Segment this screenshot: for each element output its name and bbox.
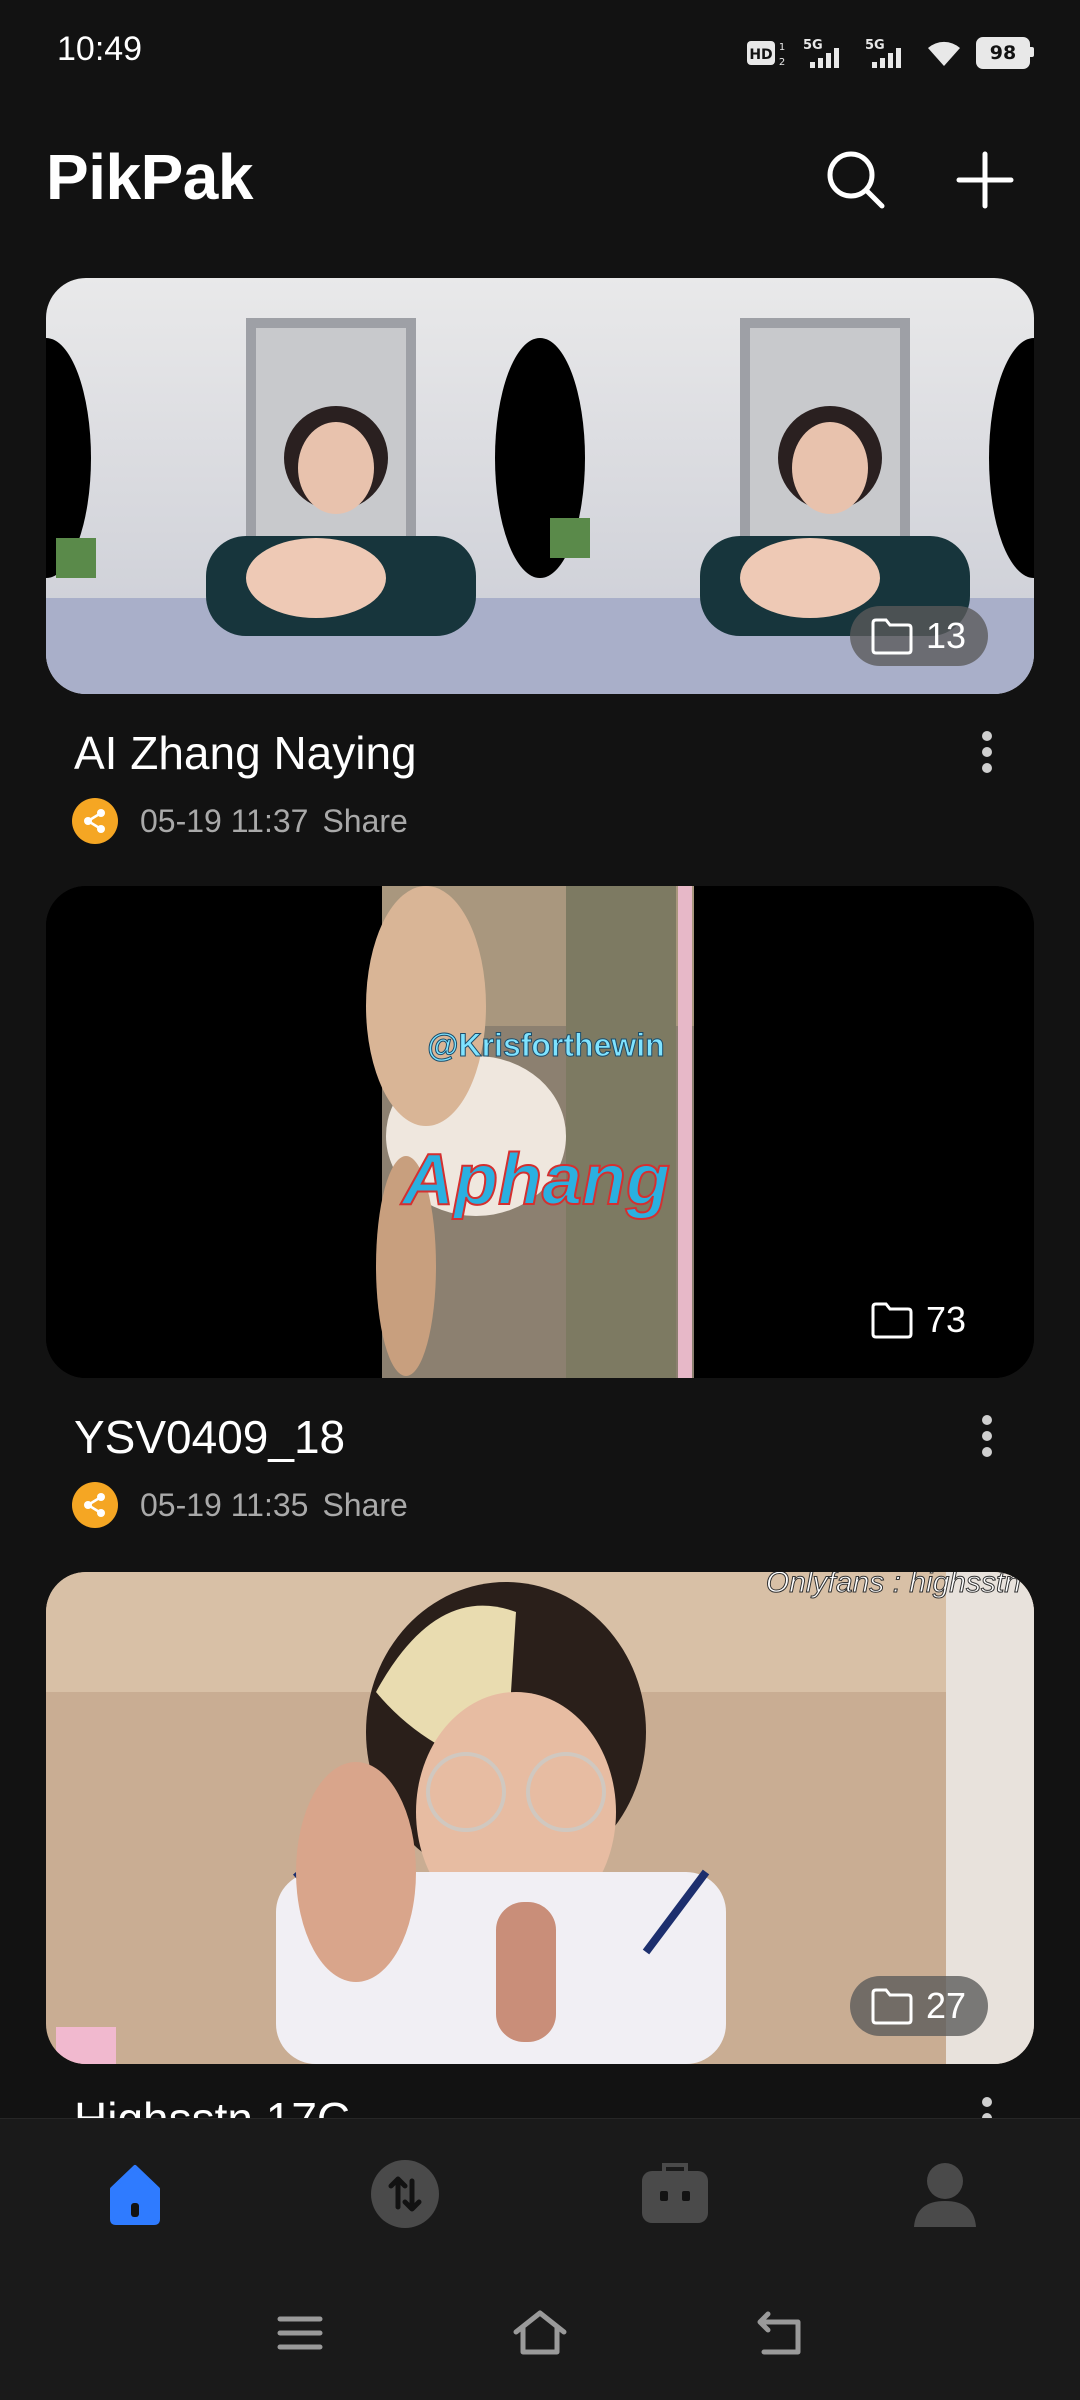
file-card[interactable]: @Krisforthewin Aphang 73 YSV0409_18 05-1… (46, 886, 1034, 1536)
file-meta: 05-19 11:35 Share (72, 1482, 408, 1528)
folder-icon (871, 1302, 913, 1339)
nav-profile[interactable] (890, 2139, 1000, 2249)
folder-thumbnail[interactable]: Onlyfans : highsstn 27 (46, 1572, 1034, 2064)
app-title: PikPak (46, 141, 253, 213)
back-icon (757, 2311, 801, 2355)
signal-5g-icon: 5G (803, 38, 839, 68)
file-date: 05-19 11:37 (140, 802, 309, 839)
more-vertical-icon (982, 1415, 992, 1457)
svg-text:5G: 5G (865, 38, 885, 53)
folder-icon (871, 618, 913, 655)
file-meta: 05-19 11:37 Share (72, 798, 408, 844)
folder-thumbnail[interactable]: @Krisforthewin Aphang 73 (46, 886, 1034, 1378)
watermark-text: Onlyfans : highsstn (766, 1572, 1021, 1599)
file-card[interactable]: 13 AI Zhang Naying 05-19 11:37 Share (46, 278, 1034, 848)
toolbox-icon (642, 2163, 708, 2223)
file-count: 73 (925, 1299, 966, 1340)
watermark-handle: @Krisforthewin (427, 1027, 664, 1063)
bottom-navigation (0, 2118, 1080, 2269)
nav-home[interactable] (80, 2139, 190, 2249)
file-title[interactable]: AI Zhang Naying (74, 726, 417, 780)
file-title[interactable]: YSV0409_18 (74, 1410, 345, 1464)
svg-text:5G: 5G (803, 38, 823, 53)
search-button[interactable] (818, 142, 894, 218)
add-button[interactable] (947, 142, 1023, 218)
wifi-icon (928, 41, 960, 66)
system-menu-button[interactable] (260, 2298, 340, 2368)
home-icon (110, 2165, 160, 2225)
svg-text:2: 2 (779, 57, 785, 68)
file-count-badge: 27 (849, 1976, 988, 2036)
profile-icon (914, 2163, 976, 2227)
battery-level: 98 (989, 42, 1017, 64)
battery-icon: 98 (976, 37, 1034, 69)
file-count-badge: 13 (849, 606, 988, 666)
nav-toolbox[interactable] (620, 2139, 730, 2249)
svg-text:1: 1 (779, 42, 785, 53)
plus-icon (956, 151, 1014, 209)
hd-icon: HD 1 2 (747, 41, 785, 68)
folder-icon (871, 1988, 913, 2025)
watermark-logo: Aphang (400, 1140, 670, 1220)
file-count: 13 (925, 615, 966, 656)
transfer-icon (371, 2160, 439, 2228)
more-vertical-icon (982, 731, 992, 773)
more-options-button[interactable] (962, 1406, 1012, 1466)
more-options-button[interactable] (962, 722, 1012, 782)
file-date: 05-19 11:35 (140, 1486, 309, 1523)
status-time: 10:49 (57, 30, 143, 68)
share-icon (72, 1482, 118, 1528)
svg-text:HD: HD (749, 47, 772, 63)
status-icons: HD 1 2 5G 5G 98 (746, 34, 1034, 72)
system-home-button[interactable] (500, 2298, 580, 2368)
status-bar: 10:49 HD 1 2 5G 5G 98 (0, 0, 1080, 100)
file-count-badge: 73 (850, 1290, 988, 1350)
search-icon (827, 151, 885, 209)
home-outline-icon (513, 2310, 567, 2355)
file-title[interactable]: Highsstn 17C (74, 2092, 350, 2118)
nav-transfer[interactable] (350, 2139, 460, 2249)
file-count: 27 (925, 1985, 966, 2026)
signal-5g-icon: 5G (865, 38, 901, 68)
more-options-button[interactable] (962, 2088, 1012, 2118)
app-screen: 10:49 HD 1 2 5G 5G 98 PikPak 13 AI Zhang… (0, 0, 1080, 2400)
system-back-button[interactable] (740, 2298, 820, 2368)
file-card[interactable]: Onlyfans : highsstn 27 Highsstn 17C (46, 1572, 1034, 2118)
app-header: PikPak (0, 120, 1080, 240)
menu-icon (277, 2316, 323, 2350)
file-source: Share (322, 802, 408, 839)
file-source: Share (322, 1486, 408, 1523)
share-icon (72, 798, 118, 844)
system-navigation (0, 2268, 1080, 2400)
folder-thumbnail[interactable]: 13 (46, 278, 1034, 694)
more-vertical-icon (982, 2097, 992, 2118)
